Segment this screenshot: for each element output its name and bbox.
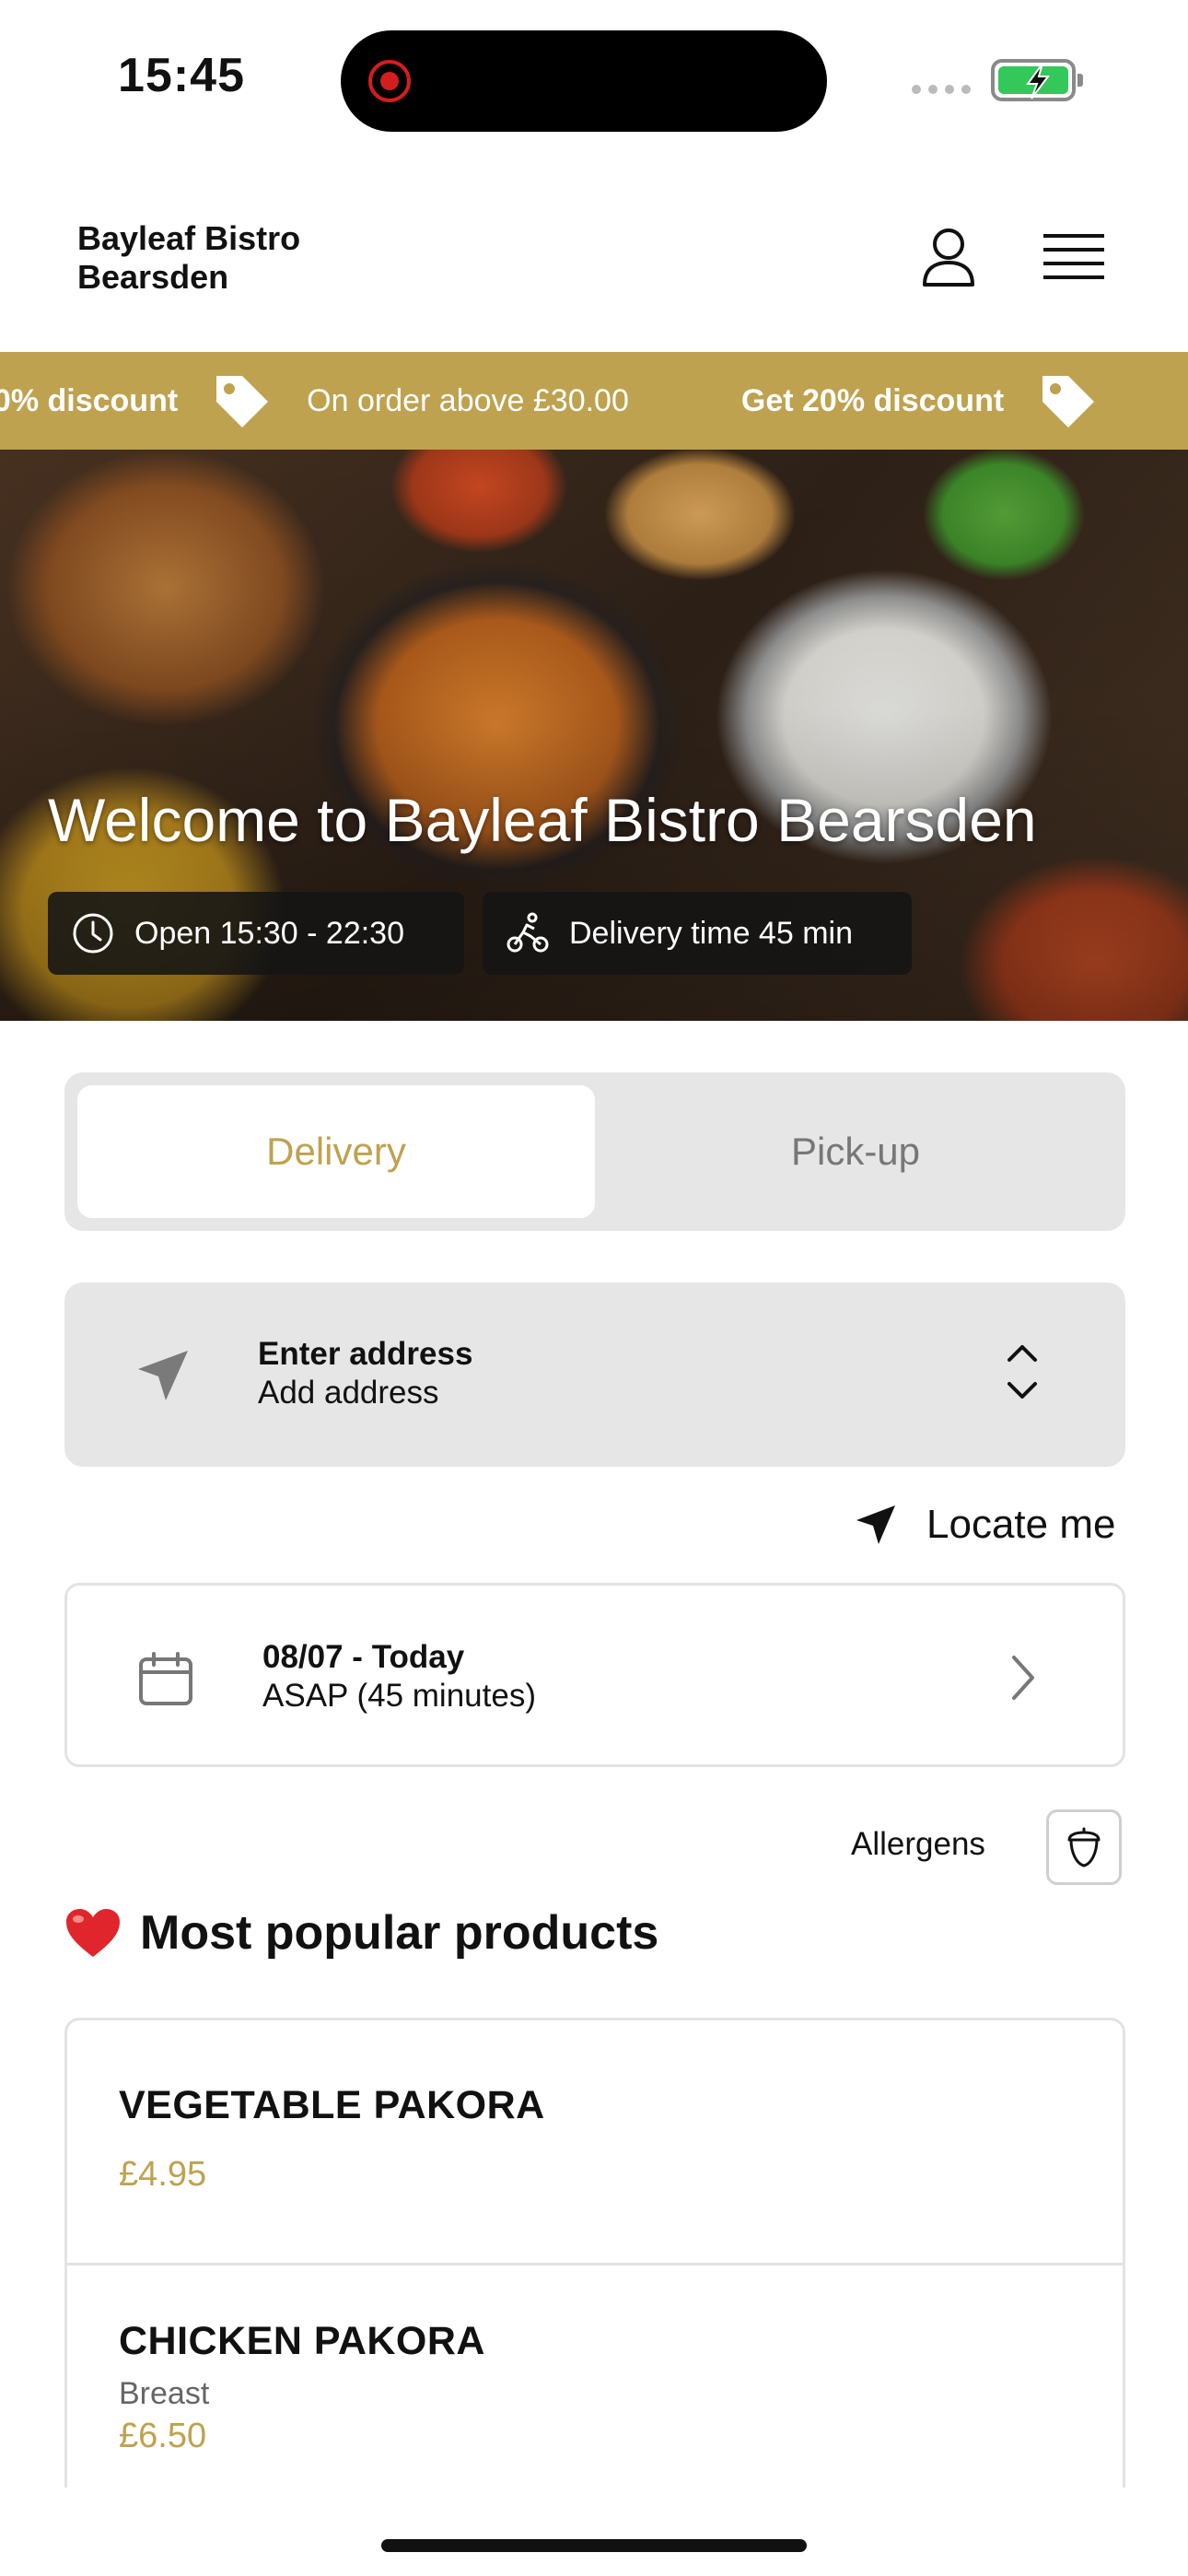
product-card[interactable]: CHICKEN PAKORA Breast £6.50 bbox=[67, 2266, 1123, 2488]
delivery-date: 08/07 - Today bbox=[262, 1639, 465, 1675]
address-selector[interactable]: Enter address Add address bbox=[64, 1282, 1125, 1467]
delivery-time-text: Delivery time 45 min bbox=[569, 915, 853, 951]
pickup-tab[interactable]: Pick-up bbox=[597, 1085, 1114, 1218]
allergens-label: Allergens bbox=[851, 1826, 985, 1862]
section-title-text: Most popular products bbox=[140, 1906, 659, 1960]
signal-icon bbox=[912, 85, 971, 94]
allergens-button[interactable] bbox=[1046, 1809, 1122, 1885]
product-price: £6.50 bbox=[119, 2417, 207, 2455]
location-arrow-icon bbox=[856, 1505, 895, 1544]
user-icon bbox=[923, 228, 974, 287]
recording-icon bbox=[368, 60, 411, 102]
promo-title: 20% discount bbox=[0, 370, 272, 431]
section-title: Most popular products bbox=[64, 1905, 658, 1961]
opening-hours-text: Open 15:30 - 22:30 bbox=[134, 915, 405, 951]
dynamic-island bbox=[341, 30, 827, 132]
promo-subtitle: On order above £30.00 bbox=[307, 382, 629, 418]
delivery-time-selector[interactable]: 08/07 - Today ASAP (45 minutes) bbox=[64, 1583, 1125, 1767]
chevron-right-icon bbox=[1012, 1656, 1034, 1700]
delivery-time-badge: Delivery time 45 min bbox=[483, 892, 912, 975]
locate-me-label: Locate me bbox=[926, 1502, 1116, 1547]
hero-title: Welcome to Bayleaf Bistro Bearsden bbox=[48, 786, 1037, 854]
address-title: Enter address bbox=[258, 1336, 473, 1372]
heart-icon bbox=[66, 1909, 120, 1957]
delivery-tab[interactable]: Delivery bbox=[77, 1085, 595, 1218]
promo-banner[interactable]: 20% discount On order above £30.00 Get 2… bbox=[0, 352, 1188, 450]
restaurant-name: Bayleaf Bistro Bearsden bbox=[77, 219, 301, 296]
tag-icon bbox=[1037, 370, 1098, 431]
hero-banner: Welcome to Bayleaf Bistro Bearsden Open … bbox=[0, 450, 1188, 1021]
navigation-arrow-icon bbox=[138, 1351, 188, 1400]
home-indicator[interactable] bbox=[381, 2539, 807, 2552]
calendar-icon bbox=[139, 1652, 192, 1705]
clock-icon bbox=[73, 913, 113, 954]
product-description: Breast bbox=[119, 2376, 210, 2411]
delivery-bike-icon bbox=[507, 912, 549, 953]
order-mode-toggle: Delivery Pick-up bbox=[64, 1072, 1125, 1231]
address-subtitle: Add address bbox=[258, 1375, 439, 1411]
opening-hours-badge: Open 15:30 - 22:30 bbox=[48, 892, 464, 975]
delivery-time: ASAP (45 minutes) bbox=[262, 1678, 536, 1714]
product-price: £4.95 bbox=[119, 2155, 207, 2194]
status-time: 15:45 bbox=[118, 49, 245, 102]
product-name: VEGETABLE PAKORA bbox=[119, 2083, 545, 2127]
product-name: CHICKEN PAKORA bbox=[119, 2319, 485, 2363]
app-header: Bayleaf Bistro Bearsden bbox=[0, 175, 1188, 350]
product-card[interactable]: VEGETABLE PAKORA £4.95 bbox=[67, 2020, 1123, 2266]
acorn-icon bbox=[1067, 1827, 1101, 1868]
product-list: VEGETABLE PAKORA £4.95 CHICKEN PAKORA Br… bbox=[64, 2018, 1125, 2488]
chevron-up-down-icon bbox=[1007, 1345, 1037, 1399]
locate-me-button[interactable]: Locate me bbox=[855, 1493, 1115, 1557]
menu-icon bbox=[1043, 234, 1104, 279]
status-bar: 15:45 bbox=[0, 0, 1188, 157]
tag-icon bbox=[211, 370, 272, 431]
battery-charging-icon bbox=[991, 59, 1083, 101]
promo-title: Get 20% discount bbox=[741, 370, 1098, 431]
account-button[interactable] bbox=[912, 221, 985, 295]
menu-button[interactable] bbox=[1035, 221, 1112, 295]
